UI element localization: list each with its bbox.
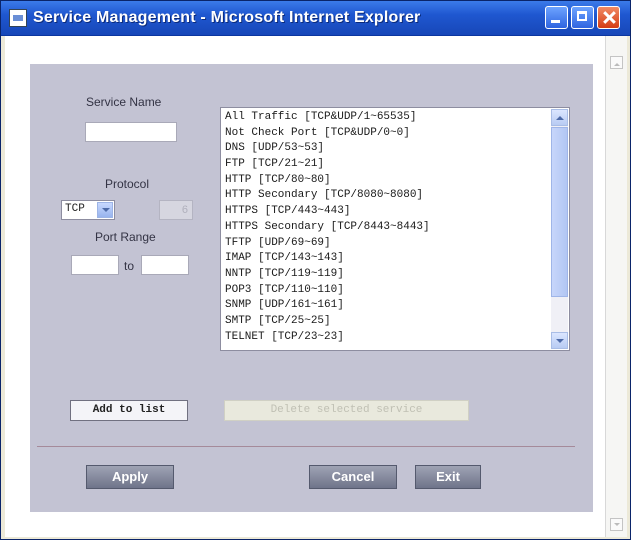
service-name-label: Service Name	[86, 95, 162, 109]
port-range-label: Port Range	[95, 230, 156, 244]
scroll-up-arrow-icon[interactable]	[551, 109, 568, 126]
maximize-button[interactable]	[571, 6, 594, 29]
minimize-button[interactable]	[545, 6, 568, 29]
protocol-selected-value: TCP	[65, 203, 85, 215]
protocol-number-field: 6	[159, 200, 193, 220]
service-list-item[interactable]: DNS [UDP/53~53]	[225, 141, 430, 157]
services-listbox[interactable]: All Traffic [TCP&UDP/1~65535] Not Check P…	[220, 107, 570, 351]
add-to-list-button[interactable]: Add to list	[70, 400, 188, 421]
protocol-number-value: 6	[181, 204, 188, 216]
service-list-item[interactable]: IMAP [TCP/143~143]	[225, 251, 430, 267]
service-list-item[interactable]: SNMP [UDP/161~161]	[225, 298, 430, 314]
service-list-item[interactable]: POP3 [TCP/110~110]	[225, 283, 430, 299]
close-button[interactable]	[597, 6, 620, 29]
service-list-item[interactable]: HTTP Secondary [TCP/8080~8080]	[225, 188, 430, 204]
exit-button[interactable]: Exit	[415, 465, 481, 489]
ie-window: Service Management - Microsoft Internet …	[0, 0, 631, 540]
service-list-item[interactable]: HTTPS [TCP/443~443]	[225, 204, 430, 220]
service-list-item[interactable]: HTTPS Secondary [TCP/8443~8443]	[225, 220, 430, 236]
port-range-from-input[interactable]	[71, 255, 119, 275]
cancel-button[interactable]: Cancel	[309, 465, 397, 489]
services-list-scrollbar[interactable]	[551, 109, 568, 349]
page-scroll-down-icon[interactable]	[610, 518, 623, 531]
page-content: Service Name Protocol TCP 6 Port Range t…	[5, 36, 605, 537]
protocol-select[interactable]: TCP	[61, 200, 115, 220]
title-bar: Service Management - Microsoft Internet …	[1, 1, 630, 36]
delete-selected-service-button: Delete selected service	[224, 400, 469, 421]
service-list-item[interactable]: TFTP [UDP/69~69]	[225, 236, 430, 252]
protocol-label: Protocol	[105, 177, 150, 191]
scroll-down-arrow-icon[interactable]	[551, 332, 568, 349]
form-divider	[37, 446, 575, 447]
service-list-item[interactable]: FTP [TCP/21~21]	[225, 157, 430, 173]
chevron-down-icon[interactable]	[97, 202, 113, 218]
service-list-item[interactable]: HTTP [TCP/80~80]	[225, 173, 430, 189]
port-range-to-label: to	[124, 259, 135, 273]
window-title: Service Management - Microsoft Internet …	[33, 9, 421, 26]
service-name-input[interactable]	[85, 122, 177, 142]
service-list-item[interactable]: TELNET [TCP/23~23]	[225, 330, 430, 346]
port-range-to-input[interactable]	[141, 255, 189, 275]
service-list-item[interactable]: Not Check Port [TCP&UDP/0~0]	[225, 126, 430, 142]
service-list-item[interactable]: NNTP [TCP/119~119]	[225, 267, 430, 283]
page-scroll-up-icon[interactable]	[610, 56, 623, 69]
service-list-item[interactable]: All Traffic [TCP&UDP/1~65535]	[225, 110, 430, 126]
services-list: All Traffic [TCP&UDP/1~65535] Not Check P…	[225, 110, 430, 345]
page-scrollbar[interactable]	[605, 36, 627, 537]
ie-page-icon	[9, 9, 27, 27]
service-list-item[interactable]: SMTP [TCP/25~25]	[225, 314, 430, 330]
scroll-thumb[interactable]	[551, 127, 568, 297]
apply-button[interactable]: Apply	[86, 465, 174, 489]
